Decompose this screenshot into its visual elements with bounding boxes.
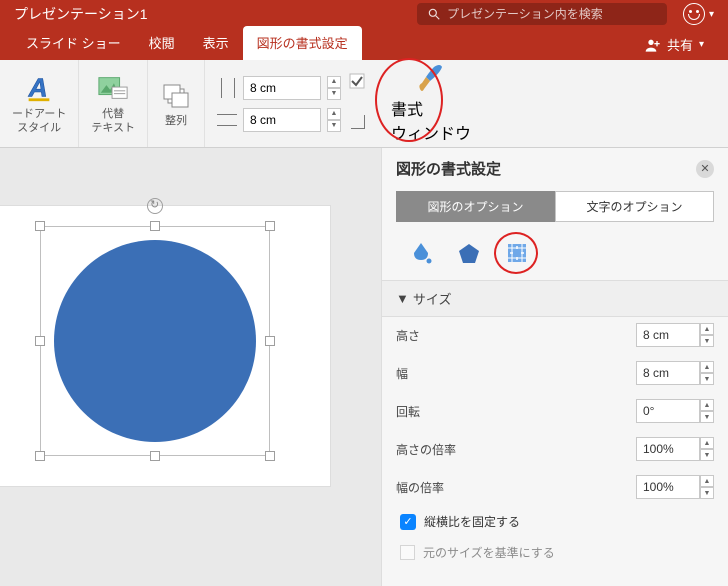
resize-handle-sw[interactable] [35,451,45,461]
rotation-stepper[interactable]: ▲▼ [700,399,714,423]
size-section-label: サイズ [413,289,452,308]
arrange-label: 整列 [165,115,187,128]
svg-text:A: A [28,73,48,103]
ribbon-tabs: スライド ショー 校閲 表示 図形の書式設定 共有 ▾ [0,28,728,60]
lock-aspect-label: 縦横比を固定する [424,513,520,530]
arrange-button[interactable]: 整列 [148,60,205,147]
wordart-styles-button[interactable]: A ードアート スタイル [0,60,79,147]
slide-canvas[interactable] [0,148,382,586]
format-pane: 図形の書式設定 ✕ 図形のオプション 文字のオプション ▼ サイズ [382,148,728,586]
search-input[interactable] [447,7,647,21]
share-button[interactable]: 共有 ▾ [633,29,716,60]
close-pane-button[interactable]: ✕ [696,160,714,178]
resize-handle-ne[interactable] [265,221,275,231]
relative-original-checkbox [400,545,415,560]
alt-text-label: 代替 テキスト [91,108,135,134]
width-icon [217,114,237,126]
width-pane-stepper[interactable]: ▲▼ [700,361,714,385]
lock-aspect-checkbox[interactable]: ✓ [400,514,416,530]
lock-aspect-check-icon[interactable] [349,73,365,89]
resize-handle-w[interactable] [35,336,45,346]
search-icon [427,7,441,21]
fill-line-icon[interactable] [408,240,434,266]
relative-original-label: 元のサイズを基準にする [423,544,555,561]
rotation-label: 回転 [396,403,546,420]
alt-text-icon [97,72,129,104]
share-label: 共有 [667,35,693,54]
scale-height-input[interactable]: 100% [636,437,700,461]
height-input[interactable]: 8 cm [636,323,700,347]
alt-text-button[interactable]: 代替 テキスト [79,60,148,147]
resize-handle-se[interactable] [265,451,275,461]
size-properties-icon[interactable] [504,240,530,266]
tab-shape-format[interactable]: 図形の書式設定 [243,26,362,60]
dialog-launcher-icon[interactable] [351,115,365,129]
format-brush-icon [415,64,447,96]
seg-text-options[interactable]: 文字のオプション [555,191,714,222]
format-pane-button[interactable]: 書式 ウィンドウ [377,60,485,147]
ribbon: A ードアート スタイル 代替 テキスト 整列 8 cm ▲▼ 8 cm ▲▼ [0,60,728,148]
size-controls: 8 cm ▲▼ 8 cm ▲▼ [205,60,377,147]
height-stepper[interactable]: ▲▼ [327,76,341,100]
scale-width-label: 幅の倍率 [396,479,546,496]
oval-shape[interactable] [54,240,256,442]
size-section-header[interactable]: ▼ サイズ [382,280,728,317]
share-person-icon [645,37,661,53]
width-label: 幅 [396,365,546,382]
option-segment: 図形のオプション 文字のオプション [396,191,714,222]
width-stepper[interactable]: ▲▼ [327,108,341,132]
resize-handle-s[interactable] [150,451,160,461]
selected-shape[interactable] [40,226,270,456]
effects-icon[interactable] [456,240,482,266]
ribbon-width-input[interactable]: 8 cm [243,108,321,132]
chevron-down-icon: ▾ [709,9,714,20]
wordart-a-icon: A [23,72,55,104]
tab-view[interactable]: 表示 [189,26,243,60]
wordart-label: ードアート スタイル [12,108,66,134]
category-icons [382,232,728,280]
arrange-icon [160,79,192,111]
height-icon [217,82,237,94]
resize-handle-n[interactable] [150,221,160,231]
width-input[interactable]: 8 cm [636,361,700,385]
scale-w-stepper[interactable]: ▲▼ [700,475,714,499]
ribbon-height-input[interactable]: 8 cm [243,76,321,100]
slide[interactable] [0,206,330,486]
tab-slideshow[interactable]: スライド ショー [12,26,135,60]
pane-title: 図形の書式設定 [396,158,501,179]
resize-handle-nw[interactable] [35,221,45,231]
tab-review[interactable]: 校閲 [135,26,189,60]
disclosure-triangle-icon: ▼ [396,291,409,306]
scale-height-label: 高さの倍率 [396,441,546,458]
rotation-input[interactable]: 0° [636,399,700,423]
chevron-down-icon: ▾ [699,39,704,50]
scale-width-input[interactable]: 100% [636,475,700,499]
scale-h-stepper[interactable]: ▲▼ [700,437,714,461]
document-title: プレゼンテーション1 [14,4,148,24]
seg-shape-options[interactable]: 図形のオプション [396,191,555,222]
format-pane-label: 書式 ウィンドウ [391,96,471,144]
title-bar: プレゼンテーション1 ▾ [0,0,728,28]
height-label: 高さ [396,327,546,344]
resize-handle-e[interactable] [265,336,275,346]
feedback-smiley-icon[interactable] [683,3,705,25]
height-pane-stepper[interactable]: ▲▼ [700,323,714,347]
rotation-handle[interactable] [147,198,163,214]
search-box[interactable] [417,3,667,25]
